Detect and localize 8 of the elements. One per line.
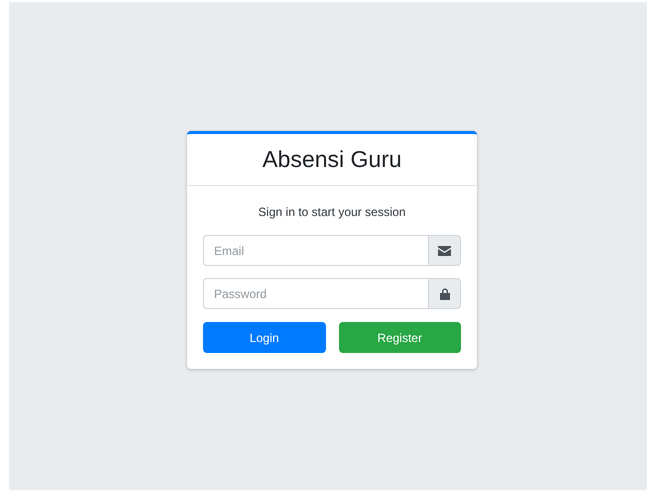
email-field[interactable]: Email xyxy=(203,235,428,266)
lock-icon xyxy=(440,288,450,300)
subtitle: Sign in to start your session xyxy=(257,205,407,219)
login-button[interactable]: Login xyxy=(203,322,326,353)
password-field[interactable]: Password xyxy=(203,278,428,309)
register-button[interactable]: Register xyxy=(338,322,461,353)
card-title: Absensi Guru xyxy=(262,146,402,173)
envelope-icon xyxy=(438,246,451,256)
